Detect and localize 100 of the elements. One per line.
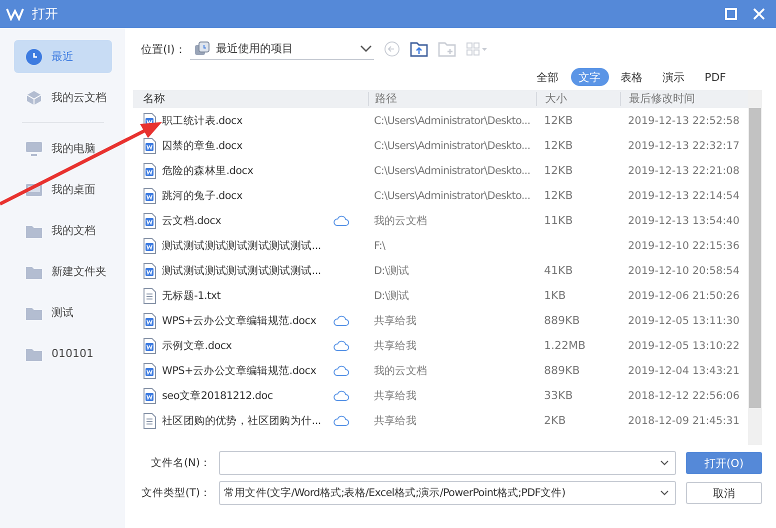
sidebar-item[interactable]: 新建文件夹 <box>14 255 112 288</box>
file-name[interactable]: 测试测试测试测试测试测试测试... <box>162 264 321 278</box>
cancel-button[interactable]: 取消 <box>686 482 762 504</box>
table-cell: D:\测试 <box>374 290 410 302</box>
sidebar-item[interactable]: 我的桌面 <box>14 173 112 206</box>
table-cell: C:\Users\Administrator\Deskto... <box>374 140 530 152</box>
open-button[interactable]: 打开(O) <box>686 452 762 474</box>
file-name[interactable]: 云文档.docx <box>162 214 222 228</box>
word-document-icon <box>143 262 156 278</box>
maximize-icon[interactable] <box>724 7 738 21</box>
table-cell: 2019-12-05 13:10:22 <box>628 340 740 352</box>
word-document-icon <box>143 338 156 354</box>
word-document-icon <box>143 312 156 328</box>
filter-tab[interactable]: 表格 <box>612 68 651 86</box>
text-file-icon <box>143 412 156 428</box>
table-cell: 11KB <box>544 214 573 227</box>
table-cell: 2018-12-12 22:56:06 <box>628 390 740 402</box>
close-icon[interactable] <box>752 7 766 21</box>
table-cell: 共享给我 <box>374 314 416 326</box>
table-cell: C:\Users\Administrator\Deskto... <box>374 190 530 202</box>
sidebar-item[interactable]: 我的文档 <box>14 214 112 247</box>
file-name-field[interactable] <box>219 451 676 475</box>
table-cell: 889KB <box>544 314 580 327</box>
file-type-dropdown[interactable]: 常用文件(文字/Word格式;表格/Excel格式;演示/PowerPoint格式;PDF文件) <box>219 481 676 505</box>
table-cell: 2KB <box>544 414 566 427</box>
table-cell: F:\ <box>374 240 386 252</box>
table-cell: 2019-12-04 13:43:21 <box>628 365 740 377</box>
file-type-label: 文件类型(T)： <box>140 486 211 500</box>
table-cell: 41KB <box>544 264 573 277</box>
table-cell: 共享给我 <box>374 340 416 352</box>
file-name[interactable]: WPS+云办公文章编辑规范.docx <box>162 314 316 328</box>
new-folder-icon[interactable] <box>438 41 456 57</box>
table-cell: 2019-12-10 20:58:54 <box>628 265 740 277</box>
file-name[interactable]: 社区团购的优势，社区团购为什... <box>162 414 321 428</box>
file-name[interactable]: WPS+云办公文章编辑规范.docx <box>162 364 316 378</box>
table-cell: 2018-12-09 21:45:31 <box>628 415 740 427</box>
table-cell: 2019-12-10 22:15:36 <box>628 240 740 252</box>
word-document-icon <box>143 388 156 404</box>
clock-icon <box>26 48 42 64</box>
table-cell: C:\Users\Administrator\Deskto... <box>374 115 530 127</box>
back-icon[interactable] <box>384 41 400 57</box>
word-document-icon <box>143 188 156 204</box>
table-cell: D:\测试 <box>374 264 410 276</box>
file-name[interactable]: 危险的森林里.docx <box>162 164 254 178</box>
filter-tab[interactable]: 演示 <box>654 68 693 86</box>
table-cell: 2019-12-05 13:11:30 <box>628 315 740 327</box>
scrollbar[interactable] <box>748 90 762 445</box>
table-cell: 我的云文档 <box>374 214 428 226</box>
column-header[interactable]: 名称 <box>133 92 368 106</box>
word-document-icon <box>143 212 156 228</box>
table-cell: 2019-12-13 22:32:17 <box>628 140 740 152</box>
file-name[interactable]: 跳河的兔子.docx <box>162 188 242 202</box>
table-cell: 2019-12-13 22:52:58 <box>628 115 740 127</box>
folder-up-icon[interactable] <box>410 41 428 57</box>
chevron-down-icon <box>360 44 372 52</box>
file-name[interactable]: 测试测试测试测试测试测试测试... <box>162 238 321 252</box>
sidebar-item[interactable]: 我的云文档 <box>14 81 112 114</box>
chevron-down-icon <box>660 490 669 496</box>
word-document-icon <box>143 138 156 154</box>
file-name[interactable]: 示例文章.docx <box>162 338 232 352</box>
table-cell: 1KB <box>544 289 566 302</box>
table-cell: 2019-12-13 13:54:40 <box>628 215 740 227</box>
word-document-icon <box>143 162 156 178</box>
location-dropdown[interactable]: 最近使用的项目 <box>190 38 374 60</box>
cube-icon <box>26 90 42 106</box>
chevron-down-icon <box>660 460 669 466</box>
table-cell: 1.22MB <box>544 339 586 352</box>
location-label: 位置(I)： <box>141 42 186 56</box>
sidebar-item[interactable]: 测试 <box>14 296 112 329</box>
file-name[interactable]: 无标题-1.txt <box>162 288 221 302</box>
recent-icon <box>194 40 210 56</box>
sidebar-item[interactable]: 010101 <box>14 337 112 370</box>
column-header[interactable]: 大小 <box>536 92 620 106</box>
file-name[interactable]: 职工统计表.docx <box>162 114 242 128</box>
scrollbar-thumb[interactable] <box>749 108 761 408</box>
grid-view-icon[interactable] <box>466 42 488 56</box>
window-title: 打开 <box>32 6 58 23</box>
table-cell: 共享给我 <box>374 414 416 426</box>
filter-tab[interactable]: 全部 <box>528 68 567 86</box>
file-name-label: 文件名(N)： <box>150 456 211 470</box>
table-cell: 12KB <box>544 114 573 127</box>
table-cell: 2019-12-13 22:21:08 <box>628 165 740 177</box>
table-cell: 2019-12-13 22:14:54 <box>628 190 740 202</box>
word-document-icon <box>143 362 156 378</box>
column-header[interactable]: 路径 <box>368 92 536 106</box>
table-cell: 12KB <box>544 164 573 177</box>
table-cell: 33KB <box>544 389 573 402</box>
table-cell: 共享给我 <box>374 390 416 402</box>
word-document-icon <box>143 238 156 254</box>
monitor-icon <box>26 140 42 156</box>
text-file-icon <box>143 288 156 304</box>
sidebar-item[interactable]: 我的电脑 <box>14 132 112 165</box>
app-logo-icon <box>6 7 24 21</box>
filter-tab[interactable]: PDF <box>696 68 734 86</box>
table-cell: 12KB <box>544 189 573 202</box>
file-name[interactable]: 囚禁的章鱼.docx <box>162 138 242 152</box>
table-cell: 2019-12-06 21:50:26 <box>628 290 740 302</box>
file-name[interactable]: seo文章20181212.doc <box>162 388 273 402</box>
table-cell: 我的云文档 <box>374 364 428 376</box>
table-cell: 12KB <box>544 139 573 152</box>
